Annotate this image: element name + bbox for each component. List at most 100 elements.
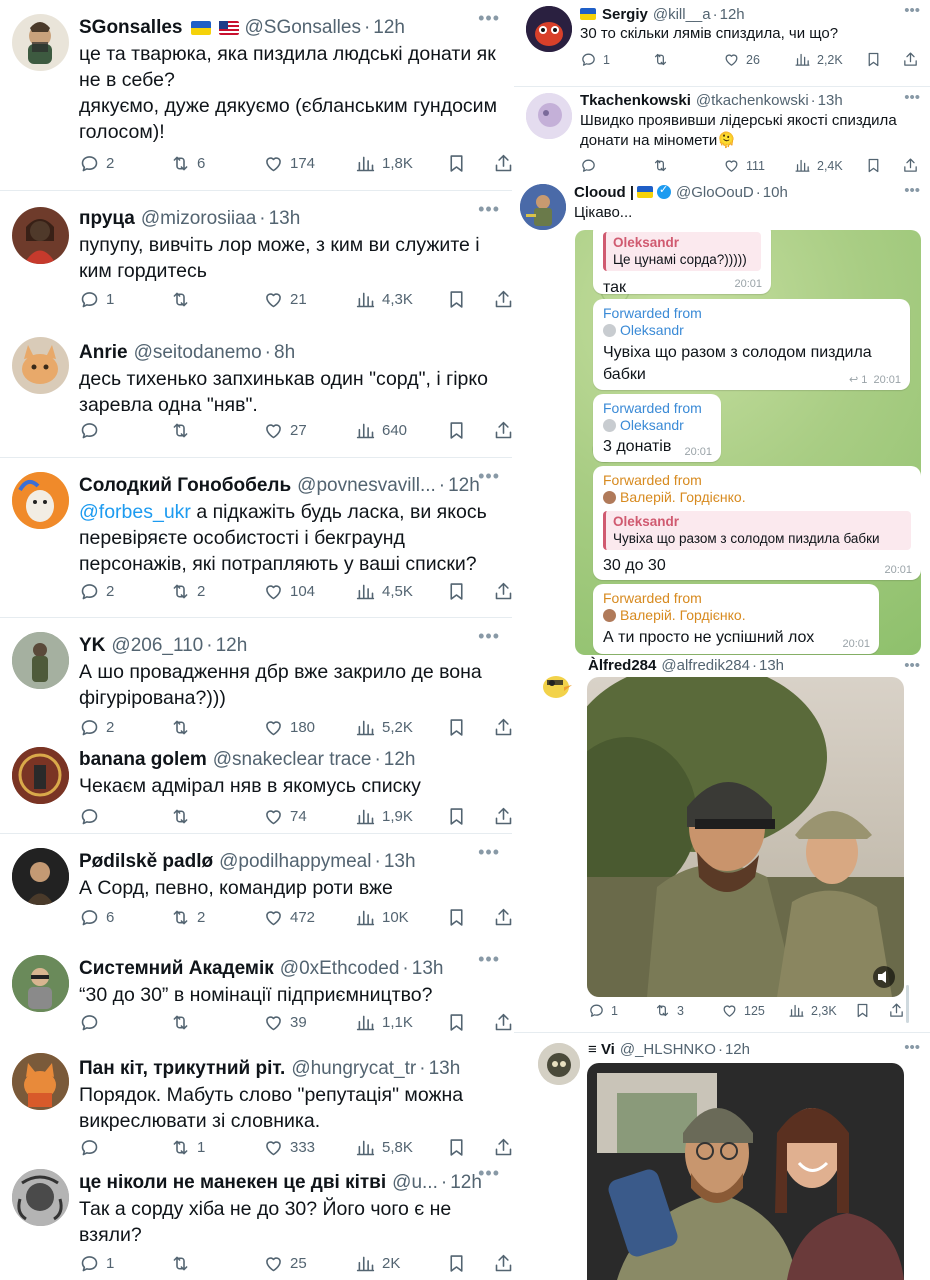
more-icon[interactable]: ••• [478, 466, 500, 487]
more-icon[interactable]: ••• [478, 949, 500, 970]
views-button[interactable]: 1,8K [355, 153, 413, 174]
author-handle[interactable]: @povnesvavill... [297, 475, 436, 497]
tweet[interactable]: Системний Академік @0xEthcoded · 13h •••… [0, 941, 512, 1046]
share-button[interactable] [493, 1253, 512, 1274]
tweet-header[interactable]: Clooud | @GloOouD · 10h ••• Цікаво... [514, 180, 930, 230]
avatar[interactable] [12, 955, 69, 1012]
author-name[interactable]: Clooud | [574, 184, 634, 201]
views-button[interactable]: 5,2K [355, 717, 413, 738]
retweet-button[interactable] [170, 717, 197, 738]
more-icon[interactable]: ••• [904, 1039, 920, 1056]
tweet[interactable]: Anrie @seitodanemo · 8h десь тихенько за… [0, 325, 512, 457]
author-handle[interactable]: @tkachenkowski [696, 92, 809, 109]
author-handle[interactable]: @seitodanemo [134, 342, 262, 364]
message-bubble[interactable]: Oleksandr Це цунамі сорда?))))) так 20:0… [593, 230, 771, 296]
views-button[interactable]: 2,4K [794, 157, 843, 174]
author-name[interactable]: Солодкий Гонобобель [79, 475, 291, 497]
like-button[interactable]: 26 [723, 51, 760, 68]
like-button[interactable]: 125 [721, 1002, 765, 1019]
reply-button[interactable]: 1 [580, 51, 610, 68]
author-handle[interactable]: @_HLSHNKO [620, 1041, 716, 1058]
tweet[interactable]: SGonsalles @SGonsalles · 12h ••• це та т… [0, 0, 512, 190]
tweet[interactable]: Солодкий Гонобобель @povnesvavill... · 1… [0, 457, 512, 617]
reply-button[interactable]: 1 [79, 289, 114, 310]
views-button[interactable]: 2K [355, 1253, 400, 1274]
forwarded-source[interactable]: Oleksandr [603, 322, 900, 339]
views-button[interactable]: 640 [355, 420, 407, 441]
share-button[interactable] [902, 157, 919, 174]
author-name[interactable]: Pødilskě padlø [79, 851, 213, 873]
views-button[interactable]: 1,9K [355, 806, 413, 827]
avatar[interactable] [12, 1053, 69, 1110]
reply-button[interactable]: 2 [79, 717, 114, 738]
scrollbar-thumb[interactable] [906, 985, 909, 1023]
author-name[interactable]: Системний Академік [79, 958, 274, 980]
tweet[interactable]: Пан кіт, трикутний ріт. @hungrycat_tr · … [0, 1041, 512, 1166]
retweet-button[interactable]: 2 [170, 907, 205, 928]
author-handle[interactable]: @206_110 [111, 635, 203, 657]
timestamp[interactable]: 13h [412, 958, 444, 980]
message-bubble[interactable]: Forwarded from Oleksandr Чувіха що разом… [593, 299, 910, 390]
message-bubble[interactable]: Forwarded from Валерій. Гордієнко. А ти … [593, 584, 879, 654]
telegram-chat-screenshot[interactable]: Oleksandr Це цунамі сорда?))))) так 20:0… [575, 230, 921, 655]
mention-link[interactable]: @forbes_ukr [79, 501, 191, 523]
share-button[interactable] [493, 907, 512, 928]
retweet-button[interactable] [170, 1253, 197, 1274]
bookmark-button[interactable] [446, 289, 467, 310]
author-name[interactable]: Пан кіт, трикутний ріт. [79, 1058, 285, 1080]
timestamp[interactable]: 8h [274, 342, 295, 364]
tweet[interactable]: Sergiy @kill__a · 12h ••• 30 то скільки … [514, 0, 930, 80]
retweet-button[interactable] [652, 157, 675, 174]
bookmark-button[interactable] [446, 717, 467, 738]
avatar[interactable] [538, 1043, 580, 1085]
like-button[interactable]: 74 [263, 806, 307, 827]
more-icon[interactable]: ••• [478, 626, 500, 647]
retweet-button[interactable]: 6 [170, 153, 205, 174]
more-icon[interactable]: ••• [904, 182, 920, 199]
timestamp[interactable]: 13h [429, 1058, 461, 1080]
share-button[interactable] [493, 420, 512, 441]
avatar[interactable] [12, 1169, 69, 1226]
tweet[interactable]: YK @206_110 · 12h ••• А шо провадження д… [0, 617, 512, 743]
author-name[interactable]: Sergiy [602, 6, 648, 23]
tweet[interactable]: banana golem @snakeclear trace · 12h Чек… [0, 743, 512, 833]
like-button[interactable]: 104 [263, 581, 315, 602]
more-icon[interactable]: ••• [478, 842, 500, 863]
reply-button[interactable]: 6 [79, 907, 114, 928]
like-button[interactable]: 180 [263, 717, 315, 738]
retweet-button[interactable] [170, 420, 197, 441]
timestamp[interactable]: 12h [384, 749, 416, 771]
author-name[interactable]: banana golem [79, 749, 207, 771]
author-handle[interactable]: @kill__a [653, 6, 711, 23]
share-button[interactable] [493, 581, 512, 602]
avatar[interactable] [12, 632, 69, 689]
share-button[interactable] [493, 153, 512, 174]
forwarded-source[interactable]: Валерій. Гордієнко. [603, 489, 911, 506]
like-button[interactable]: 27 [263, 420, 307, 441]
retweet-button[interactable] [652, 51, 675, 68]
share-button[interactable] [902, 51, 919, 68]
avatar[interactable] [12, 14, 69, 71]
avatar[interactable] [12, 848, 69, 905]
author-handle[interactable]: @SGonsalles [245, 17, 361, 39]
author-handle[interactable]: @alfredik284 [661, 657, 750, 674]
like-button[interactable]: 39 [263, 1012, 307, 1033]
retweet-button[interactable] [170, 1012, 197, 1033]
more-icon[interactable]: ••• [478, 199, 500, 220]
retweet-button[interactable]: 2 [170, 581, 205, 602]
reply-button[interactable]: 2 [79, 153, 114, 174]
mute-icon[interactable] [873, 966, 895, 988]
retweet-button[interactable] [170, 289, 197, 310]
bookmark-button[interactable] [446, 806, 467, 827]
share-button[interactable] [493, 717, 512, 738]
more-icon[interactable]: ••• [478, 8, 500, 29]
author-name[interactable]: Àlfred284 [588, 657, 656, 674]
like-button[interactable]: 472 [263, 907, 315, 928]
like-button[interactable]: 25 [263, 1253, 307, 1274]
tweet[interactable]: Tkachenkowski @tkachenkowski · 13h ••• Ш… [514, 86, 930, 180]
avatar[interactable] [520, 184, 566, 230]
bookmark-button[interactable] [446, 1253, 467, 1274]
reply-quote[interactable]: Oleksandr Чувіха що разом з солодом пизд… [603, 511, 911, 550]
tweet[interactable]: Pødilskě padlø @podilhappymeal · 13h •••… [0, 833, 512, 941]
author-name[interactable]: Anrie [79, 342, 128, 364]
